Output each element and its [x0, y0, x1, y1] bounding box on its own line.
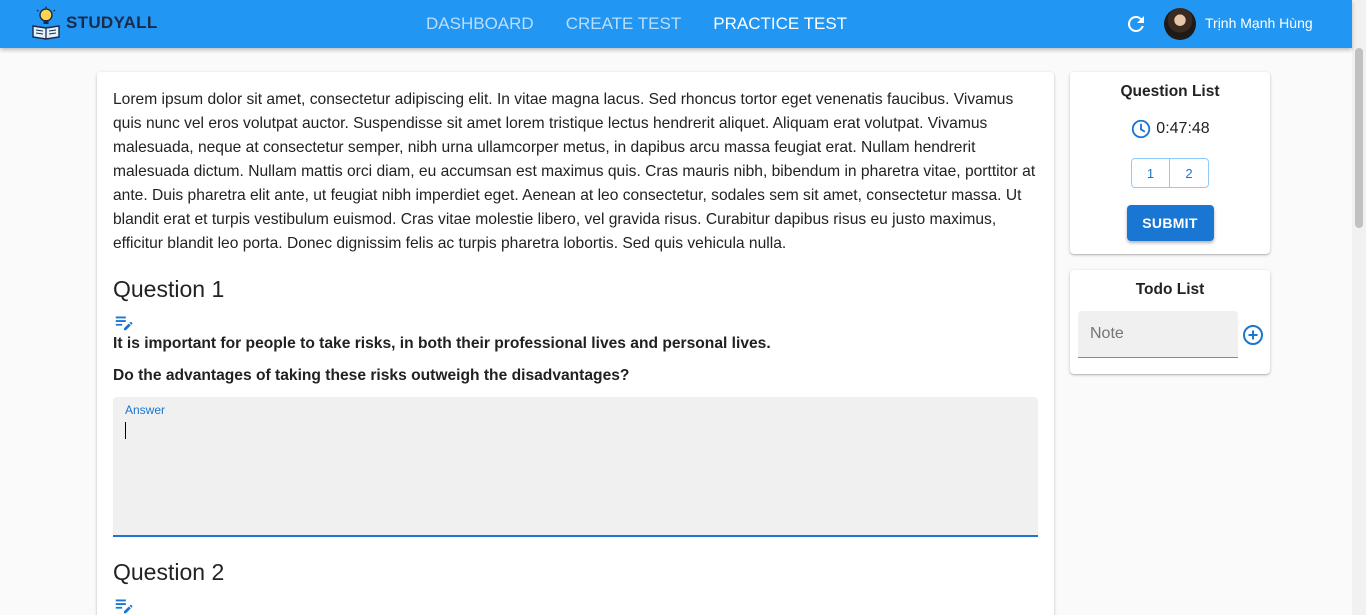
question-nav-button-1[interactable]: 1	[1131, 158, 1170, 188]
user-name[interactable]: Trịnh Mạnh Hùng	[1205, 15, 1313, 31]
nav-create-test[interactable]: CREATE TEST	[566, 14, 682, 34]
question-1-statement: It is important for people to take risks…	[113, 335, 771, 352]
page-scrollbar[interactable]	[1352, 0, 1366, 615]
test-content-card: Lorem ipsum dolor sit amet, consectetur …	[97, 72, 1054, 615]
edit-note-icon[interactable]	[113, 594, 135, 615]
logo-icon	[32, 6, 60, 40]
submit-button[interactable]: SUBMIT	[1126, 205, 1214, 241]
refresh-icon[interactable]	[1124, 12, 1148, 36]
question-nav-group: 1 2	[1070, 158, 1270, 188]
main-nav: DASHBOARD CREATE TEST PRACTICE TEST	[410, 0, 863, 48]
question-nav-button-2[interactable]: 2	[1170, 158, 1209, 188]
nav-practice-test[interactable]: PRACTICE TEST	[713, 14, 847, 34]
clock-icon	[1132, 119, 1151, 139]
answer-textarea[interactable]: Answer	[113, 397, 1038, 537]
app-bar: STUDYALL DASHBOARD CREATE TEST PRACTICE …	[0, 0, 1352, 48]
text-cursor	[125, 422, 126, 439]
nav-dashboard[interactable]: DASHBOARD	[426, 14, 534, 34]
todo-input-row	[1070, 311, 1270, 358]
edit-note-icon[interactable]	[113, 311, 135, 333]
question-list-card: Question List 0:47:48 1 2 SUBMIT	[1070, 72, 1270, 254]
todo-list-title: Todo List	[1135, 281, 1205, 298]
countdown-timer: 0:47:48	[1070, 118, 1270, 140]
scrollbar-thumb[interactable]	[1355, 48, 1363, 228]
question-1-title: Question 1	[113, 276, 225, 302]
add-circle-icon[interactable]	[1241, 323, 1265, 347]
todo-list-card: Todo List	[1070, 270, 1270, 374]
reading-passage: Lorem ipsum dolor sit amet, consectetur …	[113, 91, 1036, 252]
question-2-title: Question 2	[113, 559, 225, 585]
note-input[interactable]	[1078, 311, 1238, 358]
question-1-prompt: Do the advantages of taking these risks …	[113, 367, 630, 384]
brand-name: STUDYALL	[66, 13, 158, 32]
timer-value: 0:47:48	[1156, 120, 1210, 137]
question-list-title: Question List	[1120, 83, 1220, 100]
brand-logo[interactable]: STUDYALL	[30, 6, 158, 40]
answer-label: Answer	[125, 403, 166, 417]
avatar[interactable]	[1164, 8, 1196, 40]
